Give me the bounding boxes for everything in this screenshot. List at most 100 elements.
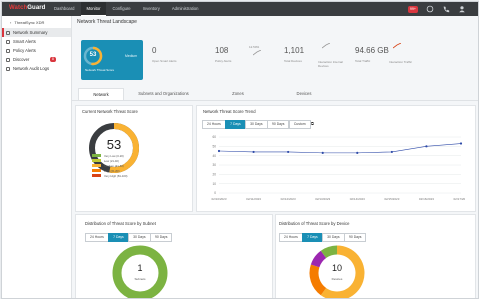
range-7-days-button[interactable]: 7 Days bbox=[302, 233, 323, 242]
view-tabs: Network Subnets and Organizations Zones Dev… bbox=[72, 88, 478, 101]
range-7-days-button[interactable]: 7 Days bbox=[108, 233, 129, 242]
y-tick-label: 10 bbox=[212, 182, 216, 186]
y-tick-label: 40 bbox=[212, 154, 216, 158]
device-distribution-panel: Distribution of Threat Score by Device 2… bbox=[275, 214, 476, 298]
trend-point[interactable] bbox=[287, 150, 290, 154]
kpi-open-smart-alerts[interactable]: 0 Open Smart Alerts bbox=[152, 46, 212, 63]
range-24-hours-button[interactable]: 24 Hours bbox=[279, 233, 303, 242]
legend-swatch bbox=[92, 169, 101, 172]
subnet-dist-title: Distribution of Threat Score by Subnet bbox=[85, 221, 156, 226]
kpi-total-devices[interactable]: 1,101 Total Devices Interaction Internal D… bbox=[284, 43, 344, 68]
nav-monitor[interactable]: Monitor bbox=[80, 2, 107, 16]
legend-label: Low (21-40) bbox=[104, 158, 119, 163]
notification-badge[interactable]: 99+ bbox=[407, 5, 418, 13]
tab-network[interactable]: Network bbox=[78, 88, 124, 100]
x-tick-label: 02/17/2023 bbox=[453, 197, 465, 201]
sidebar-item-network-audit-logs[interactable]: Network Audit Logs bbox=[2, 64, 71, 73]
trend-point[interactable] bbox=[356, 151, 359, 154]
kpi-total-traffic[interactable]: 94.66 GB Total Traffic Interaction Traffic bbox=[355, 43, 415, 64]
nav-administration[interactable]: Administration bbox=[166, 2, 205, 16]
tab-subnets-and-organizations[interactable]: Subnets and Organizations bbox=[124, 88, 203, 100]
donut-slice[interactable] bbox=[112, 245, 168, 298]
sidebar-item-network-summary[interactable]: Network Summary bbox=[2, 28, 71, 37]
trend-chart: 0 10 20 30 40 50 60 02/10/2023 02/11/2023 02/12/2… bbox=[211, 135, 465, 201]
legend-label: Very Low (0-20) bbox=[104, 153, 124, 158]
threat-score-card[interactable]: 53 Medium Network Threat Score bbox=[81, 40, 143, 80]
kpi-label: Open Smart Alerts bbox=[152, 59, 177, 63]
x-tick-label: 02/15/2023 bbox=[384, 197, 399, 201]
score-card-level: Medium bbox=[125, 54, 138, 58]
phone-icon[interactable] bbox=[442, 5, 450, 13]
legend-label: High (61-80) bbox=[104, 168, 120, 173]
kpi-policy-alerts[interactable]: 108 Policy Alerts 12.50% bbox=[215, 45, 275, 63]
page-title: Network Threat Landscape bbox=[77, 19, 137, 25]
range-custom-button[interactable]: Custom bbox=[288, 120, 311, 129]
summary-icon bbox=[6, 30, 10, 35]
sidebar-item-label: Network Summary bbox=[13, 30, 48, 35]
range-30-days-button[interactable]: 30 Days bbox=[322, 233, 345, 242]
chevron-left-icon: ‹ bbox=[10, 20, 12, 25]
tab-devices[interactable]: Devices bbox=[273, 88, 335, 100]
trend-point[interactable] bbox=[425, 145, 428, 148]
sidebar-item-discover[interactable]: Discover 8 bbox=[2, 55, 71, 64]
nav-inventory[interactable]: Inventory bbox=[137, 2, 166, 16]
legend-swatch bbox=[92, 154, 101, 157]
trend-point[interactable] bbox=[390, 150, 393, 154]
x-tick-label: 02/13/2023 bbox=[315, 197, 330, 201]
range-30-days-button[interactable]: 30 Days bbox=[128, 233, 151, 242]
y-tick-label: 30 bbox=[212, 163, 216, 167]
trend-panel: Network Threat Score Trend 24 Hours 7 Day… bbox=[196, 105, 476, 212]
x-tick-label: 02/16/2023 bbox=[419, 197, 434, 201]
log-icon bbox=[6, 66, 10, 71]
trend-arrow-icon bbox=[393, 43, 401, 49]
kpi-subtext: 12.50% bbox=[249, 45, 260, 49]
external-link-icon: ⧉ bbox=[310, 121, 314, 126]
tab-zones[interactable]: Zones bbox=[203, 88, 273, 100]
user-icon[interactable] bbox=[458, 5, 466, 13]
device-center-value: 10 bbox=[331, 263, 342, 273]
sidebar-item-smart-alerts[interactable]: Smart Alerts bbox=[2, 37, 71, 46]
range-24-hours-button[interactable]: 24 Hours bbox=[85, 233, 109, 242]
current-score-value: 53 bbox=[106, 137, 122, 152]
kpi-subtext: Interaction Internal Devices bbox=[318, 60, 343, 68]
top-navigation-bar: WatchGuard Dashboard Monitor Configure Inve… bbox=[2, 2, 478, 16]
range-90-days-button[interactable]: 90 Days bbox=[150, 233, 173, 242]
main-nav: Dashboard Monitor Configure Inventory Admini… bbox=[48, 2, 204, 16]
range-30-days-button[interactable]: 30 Days bbox=[245, 120, 268, 129]
trend-point[interactable] bbox=[217, 149, 221, 153]
nav-configure[interactable]: Configure bbox=[106, 2, 136, 16]
range-90-days-button[interactable]: 90 Days bbox=[344, 233, 367, 242]
nav-dashboard[interactable]: Dashboard bbox=[48, 2, 81, 16]
kpi-subtext: Interaction Traffic bbox=[389, 60, 412, 64]
sidebar-item-policy-alerts[interactable]: Policy Alerts bbox=[2, 46, 71, 55]
trend-point[interactable] bbox=[252, 150, 255, 154]
toolbar-right: 99+ bbox=[407, 5, 466, 13]
donut-slice[interactable] bbox=[320, 245, 338, 259]
brand-logo-main: Watch bbox=[9, 5, 28, 11]
donut-slice[interactable] bbox=[320, 245, 365, 298]
range-24-hours-button[interactable]: 24 Hours bbox=[202, 120, 226, 129]
range-90-days-button[interactable]: 90 Days bbox=[267, 120, 290, 129]
trend-arrow-icon bbox=[322, 43, 330, 49]
y-tick-label: 0 bbox=[214, 191, 216, 195]
y-tick-label: 20 bbox=[212, 173, 216, 177]
device-center-label: Devices bbox=[331, 277, 343, 281]
x-tick-label: 02/14/2023 bbox=[350, 197, 365, 201]
current-score-title: Current Network Threat Score bbox=[82, 109, 138, 114]
trend-point[interactable] bbox=[321, 151, 324, 154]
subnet-range-selector: 24 Hours 7 Days 30 Days 90 Days bbox=[85, 233, 173, 242]
brand-logo[interactable]: WatchGuard bbox=[9, 5, 45, 11]
help-icon[interactable] bbox=[426, 5, 434, 13]
account-selector[interactable]: ‹ ThreatSync XDR bbox=[2, 16, 71, 28]
main-content: Network Threat Landscape 53 Medium Netwo… bbox=[72, 16, 478, 298]
trend-range-selector: 24 Hours 7 Days 30 Days 90 Days Custom ⧉ bbox=[202, 120, 314, 129]
legend-label: Very High (81-100) bbox=[104, 173, 128, 178]
x-tick-label: 02/11/2023 bbox=[246, 197, 261, 201]
trend-point[interactable] bbox=[459, 142, 463, 145]
score-card-value: 53 bbox=[89, 52, 97, 58]
range-7-days-button[interactable]: 7 Days bbox=[225, 120, 246, 129]
trend-arrow-icon bbox=[253, 50, 261, 56]
app-window: WatchGuard Dashboard Monitor Configure Inve… bbox=[1, 1, 479, 299]
trend-title: Network Threat Score Trend bbox=[203, 109, 256, 114]
subnet-center-value: 1 bbox=[137, 263, 143, 273]
